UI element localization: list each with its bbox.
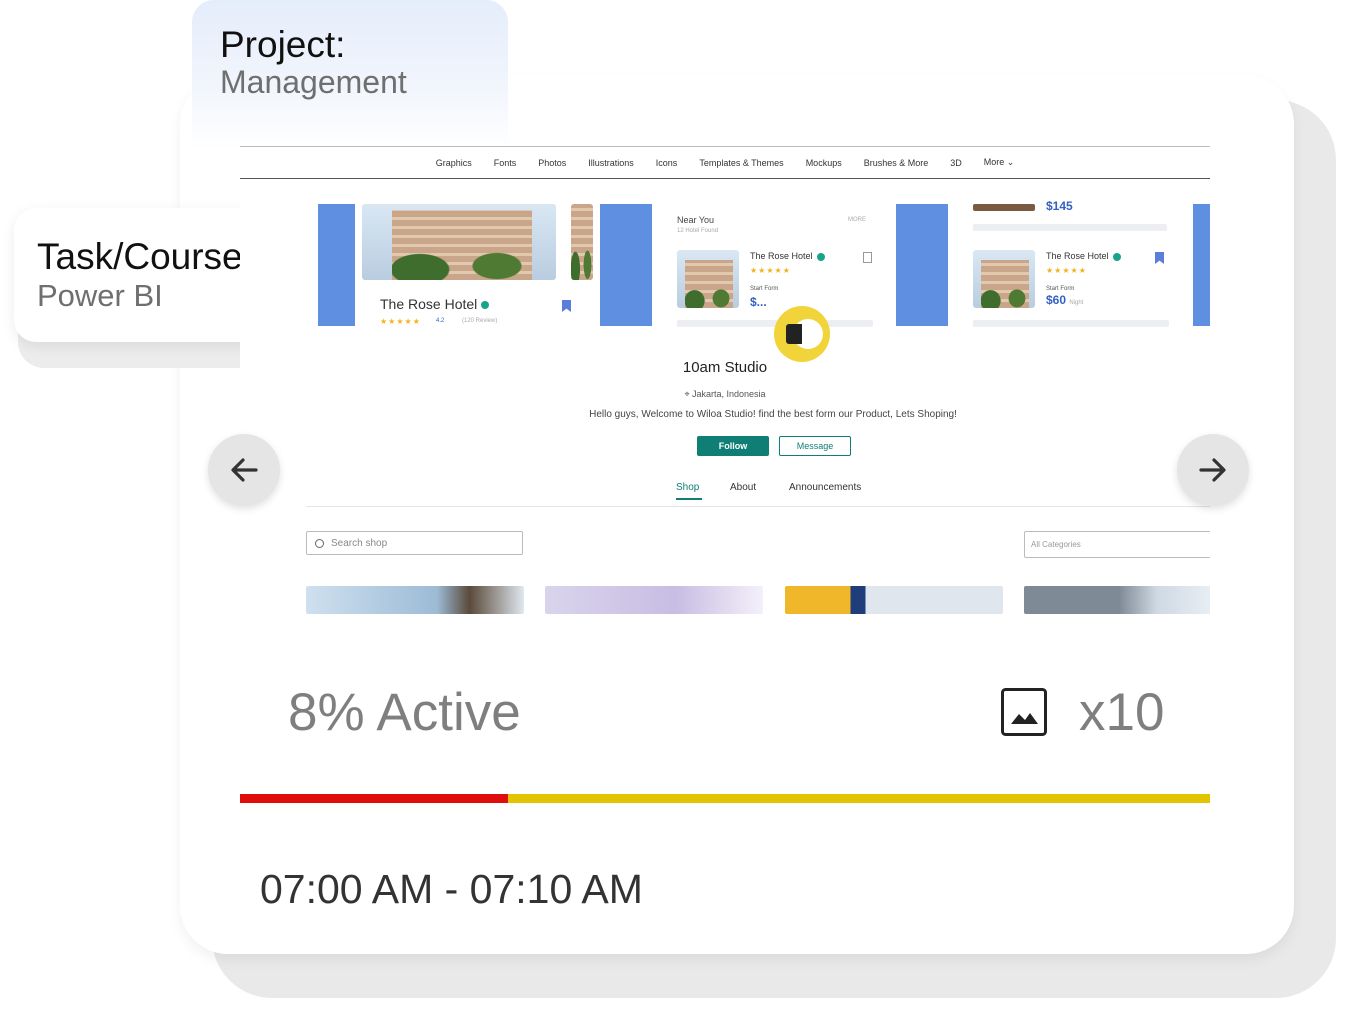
nav-item-icons[interactable]: Icons	[656, 158, 678, 168]
search-icon	[315, 539, 324, 548]
product-thumbnail[interactable]	[545, 586, 763, 614]
near-you-subtitle: 12 Hotel Found	[677, 228, 719, 234]
arrow-right-icon	[1199, 458, 1226, 482]
blue-block	[600, 204, 652, 326]
rating-value: 4.2	[436, 318, 445, 324]
facility-bar	[973, 224, 1167, 231]
blue-block	[1193, 204, 1210, 326]
start-from-label: Start Form	[750, 286, 779, 292]
nav-item-3d[interactable]: 3D	[950, 158, 962, 168]
studio-location: ⌖ Jakarta, Indonesia	[684, 389, 766, 399]
top-nav: Graphics Fonts Photos Illustrations Icon…	[240, 146, 1210, 179]
tab-shop[interactable]: Shop	[676, 482, 699, 493]
bookmark-icon[interactable]	[562, 300, 571, 312]
nav-item-mockups[interactable]: Mockups	[806, 158, 842, 168]
nav-item-graphics[interactable]: Graphics	[436, 158, 472, 168]
product-thumbnail[interactable]	[306, 586, 524, 614]
project-value: Management	[220, 64, 407, 100]
tab-underline	[676, 498, 702, 500]
time-range: 07:00 AM - 07:10 AM	[260, 866, 643, 912]
listing-price: $...	[750, 295, 767, 309]
nav-item-fonts[interactable]: Fonts	[494, 158, 517, 168]
hotel-image	[362, 204, 556, 280]
activity-percentage: 8% Active	[288, 683, 521, 742]
verified-icon	[1112, 252, 1121, 261]
image-icon	[1001, 688, 1047, 736]
hotel-image	[571, 204, 593, 280]
bookmark-icon[interactable]	[863, 252, 872, 263]
nav-item-more[interactable]: More ⌄	[984, 157, 1015, 168]
screenshot-count: x10	[1079, 683, 1165, 742]
verified-icon	[816, 252, 825, 261]
nav-item-templates[interactable]: Templates & Themes	[699, 158, 783, 168]
rating-stars: ★★★★★	[380, 317, 421, 326]
nav-item-photos[interactable]: Photos	[538, 158, 566, 168]
location-pin-icon: ⌖	[684, 389, 693, 399]
category-select[interactable]: All Categories	[1024, 531, 1210, 558]
review-count: (120 Review)	[462, 318, 498, 324]
listing-hotel-name: The Rose Hotel	[750, 251, 825, 261]
arrow-left-icon	[231, 458, 258, 482]
activity-progress-bar	[240, 794, 1210, 803]
hotel-image	[677, 250, 739, 308]
project-label: Project:	[220, 24, 346, 65]
listing-price: $60 Night	[1046, 293, 1084, 307]
listing-hotel-name: The Rose Hotel	[1046, 251, 1121, 261]
hotel-image	[973, 250, 1035, 308]
screenshot-preview: Graphics Fonts Photos Illustrations Icon…	[240, 146, 1210, 616]
top-price: $145	[1046, 199, 1073, 213]
tab-announcements[interactable]: Announcements	[789, 482, 861, 493]
nav-item-brushes[interactable]: Brushes & More	[864, 158, 929, 168]
rating-stars: ★★★★★	[750, 266, 791, 275]
nav-item-illustrations[interactable]: Illustrations	[588, 158, 634, 168]
more-link[interactable]: MORE	[848, 217, 866, 223]
rating-stars: ★★★★★	[1046, 266, 1087, 275]
search-input[interactable]: Search shop	[306, 531, 523, 555]
tabs-divider	[306, 506, 1210, 507]
studio-name: 10am Studio	[682, 359, 768, 376]
featured-hotel-name: The Rose Hotel	[380, 296, 490, 312]
next-button[interactable]	[1177, 434, 1249, 506]
verified-icon	[481, 301, 490, 310]
studio-welcome: Hello guys, Welcome to Wiloa Studio! fin…	[589, 409, 957, 420]
near-you-title: Near You	[677, 215, 715, 225]
product-thumbnail[interactable]	[785, 586, 1003, 614]
tab-about[interactable]: About	[730, 482, 756, 493]
bookmark-icon[interactable]	[1155, 252, 1164, 264]
message-button[interactable]: Message	[779, 436, 851, 456]
previous-button[interactable]	[208, 434, 280, 506]
task-value: Power BI	[37, 278, 163, 313]
follow-button[interactable]: Follow	[697, 436, 769, 456]
activity-progress-fill	[240, 794, 508, 803]
start-from-label: Start Form	[1046, 286, 1075, 292]
blue-block	[318, 204, 355, 326]
studio-logo	[774, 306, 830, 362]
task-label: Task/Course:	[37, 236, 253, 277]
blue-block	[896, 204, 948, 326]
facility-bar	[973, 320, 1169, 327]
image-strip	[973, 204, 1035, 211]
product-thumbnail[interactable]	[1024, 586, 1210, 614]
